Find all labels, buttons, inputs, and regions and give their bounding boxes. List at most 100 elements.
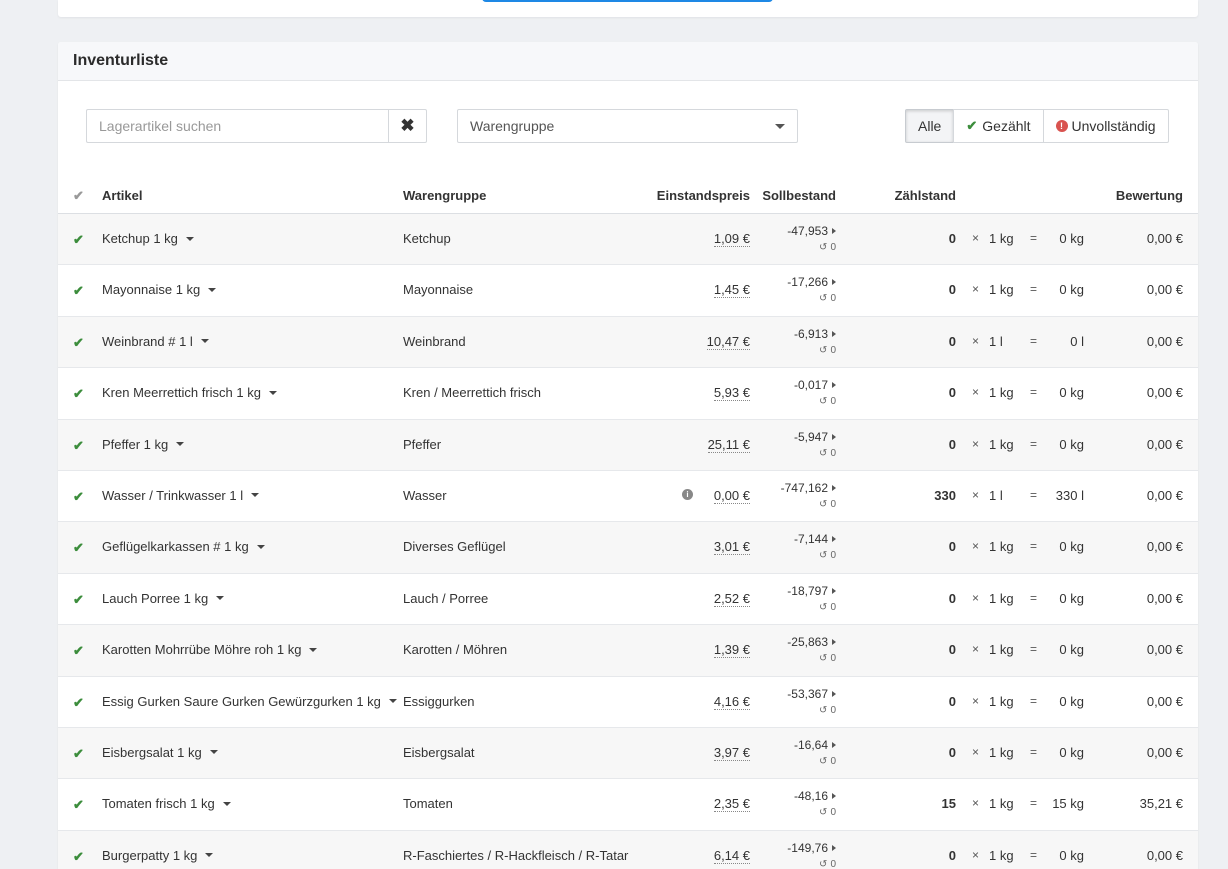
purchase-price[interactable]: 4,16 €	[713, 694, 750, 710]
target-stock[interactable]: -17,266	[787, 275, 836, 289]
column-group[interactable]: Warengruppe	[403, 188, 486, 203]
check-all-icon[interactable]: ✔	[73, 188, 84, 204]
purchase-price[interactable]: 5,93 €	[713, 385, 750, 402]
target-stock[interactable]: -149,76	[787, 841, 836, 855]
history-count: 0	[830, 601, 836, 613]
history-link[interactable]: ↺ 0	[819, 242, 836, 253]
history-link[interactable]: ↺ 0	[819, 602, 836, 613]
history-count: 0	[830, 242, 836, 253]
history-link[interactable]: ↺ 0	[819, 807, 836, 818]
panel-title: Inventurliste	[73, 52, 169, 69]
total-quantity: 0 kg	[1059, 642, 1084, 658]
count-value[interactable]: 0	[949, 282, 956, 297]
history-count: 0	[830, 858, 836, 869]
column-target[interactable]: Sollbestand	[762, 188, 836, 203]
purchase-price[interactable]: 1,09 €	[713, 231, 750, 247]
product-group: Eisbergsalat	[403, 744, 475, 760]
filter-incomplete-button[interactable]: ! Unvollständig	[1042, 109, 1169, 143]
target-stock[interactable]: -5,947	[794, 430, 836, 444]
article-dropdown[interactable]: Mayonnaise 1 kg	[102, 282, 217, 297]
count-value[interactable]: 15	[942, 796, 956, 811]
target-stock[interactable]: -0,017	[794, 378, 836, 392]
article-dropdown[interactable]: Lauch Porree 1 kg	[102, 591, 225, 606]
article-dropdown[interactable]: Tomaten frisch 1 kg	[102, 796, 231, 811]
caret-right-icon	[832, 844, 836, 851]
article-name: Weinbrand # 1 l	[102, 333, 193, 349]
article-dropdown[interactable]: Kren Meerrettich frisch 1 kg	[102, 385, 277, 400]
article-dropdown[interactable]: Eisbergsalat 1 kg	[102, 745, 218, 760]
valuation: 0,00 €	[1146, 231, 1183, 246]
count-value[interactable]: 0	[949, 848, 956, 863]
history-link[interactable]: ↺ 0	[819, 396, 836, 407]
purchase-price[interactable]: 10,47 €	[706, 334, 750, 350]
target-stock[interactable]: -47,953	[787, 224, 836, 238]
unit-size: 1 kg	[989, 590, 1014, 606]
target-stock[interactable]: -18,797	[787, 584, 836, 598]
target-stock[interactable]: -747,162	[781, 481, 836, 495]
count-value[interactable]: 0	[949, 591, 956, 606]
count-value[interactable]: 0	[949, 539, 956, 554]
purchase-price[interactable]: 2,52 €	[713, 591, 750, 607]
history-link[interactable]: ↺ 0	[819, 448, 836, 459]
check-icon: ✔	[73, 797, 84, 813]
count-value[interactable]: 0	[949, 642, 956, 657]
article-dropdown[interactable]: Geflügelkarkassen # 1 kg	[102, 539, 265, 554]
purchase-price[interactable]: 1,39 €	[713, 642, 750, 659]
history-link[interactable]: ↺ 0	[819, 293, 836, 304]
info-icon[interactable]: i	[682, 488, 693, 500]
count-value[interactable]: 0	[949, 334, 956, 349]
purchase-price[interactable]: 6,14 €	[713, 848, 750, 864]
target-stock[interactable]: -6,913	[794, 327, 836, 341]
previous-card-button[interactable]	[482, 0, 773, 2]
history-link[interactable]: ↺ 0	[819, 756, 836, 767]
purchase-price[interactable]: 3,97 €	[713, 745, 750, 761]
target-stock-value: -7,144	[793, 532, 828, 547]
history-link[interactable]: ↺ 0	[819, 705, 836, 716]
history-icon: ↺	[819, 344, 828, 356]
target-stock[interactable]: -53,367	[787, 687, 836, 701]
target-stock[interactable]: -7,144	[794, 532, 836, 546]
article-dropdown[interactable]: Weinbrand # 1 l	[102, 334, 209, 349]
history-link[interactable]: ↺ 0	[819, 499, 836, 510]
status-filter-group: Alle ✔ Gezählt ! Unvollständig	[905, 109, 1169, 143]
filter-counted-button[interactable]: ✔ Gezählt	[953, 109, 1044, 143]
filter-all-button[interactable]: Alle	[905, 109, 955, 143]
column-value[interactable]: Bewertung	[1116, 188, 1183, 203]
check-icon: ✔	[73, 591, 84, 607]
history-link[interactable]: ↺ 0	[819, 859, 836, 869]
unit-size: 1 kg	[989, 796, 1014, 812]
check-icon: ✔	[73, 283, 84, 299]
article-dropdown[interactable]: Essig Gurken Saure Gurken Gewürzgurken 1…	[102, 694, 397, 709]
target-stock[interactable]: -25,863	[787, 635, 836, 649]
target-stock[interactable]: -16,64	[794, 738, 836, 752]
history-icon: ↺	[819, 704, 828, 716]
count-value[interactable]: 0	[949, 694, 956, 709]
column-price[interactable]: Einstandspreis	[657, 188, 750, 203]
product-group-select[interactable]: Warengruppe	[457, 109, 798, 143]
equals-sign: =	[1030, 642, 1038, 657]
article-dropdown[interactable]: Ketchup 1 kg	[102, 231, 194, 246]
article-dropdown[interactable]: Pfeffer 1 kg	[102, 437, 185, 452]
count-value[interactable]: 330	[934, 488, 956, 503]
purchase-price[interactable]: 2,35 €	[713, 796, 750, 813]
column-count[interactable]: Zählstand	[895, 188, 956, 203]
count-value[interactable]: 0	[949, 385, 956, 400]
count-value[interactable]: 0	[949, 231, 956, 246]
history-link[interactable]: ↺ 0	[819, 550, 836, 561]
purchase-price[interactable]: 3,01 €	[713, 539, 750, 556]
count-value[interactable]: 0	[949, 437, 956, 452]
unit-size: 1 kg	[989, 436, 1014, 452]
count-value[interactable]: 0	[949, 745, 956, 760]
purchase-price[interactable]: 0,00 €	[713, 488, 750, 504]
purchase-price[interactable]: 25,11 €	[707, 437, 750, 453]
history-link[interactable]: ↺ 0	[819, 345, 836, 356]
article-dropdown[interactable]: Burgerpatty 1 kg	[102, 848, 214, 863]
target-stock[interactable]: -48,16	[794, 789, 836, 803]
history-link[interactable]: ↺ 0	[819, 653, 836, 664]
article-dropdown[interactable]: Wasser / Trinkwasser 1 l	[102, 488, 260, 503]
column-article[interactable]: Artikel	[102, 188, 142, 203]
article-dropdown[interactable]: Karotten Mohrrübe Möhre roh 1 kg	[102, 642, 318, 657]
purchase-price[interactable]: 1,45 €	[713, 282, 750, 299]
clear-search-button[interactable]: ✖	[388, 109, 427, 143]
search-input[interactable]	[86, 109, 388, 143]
